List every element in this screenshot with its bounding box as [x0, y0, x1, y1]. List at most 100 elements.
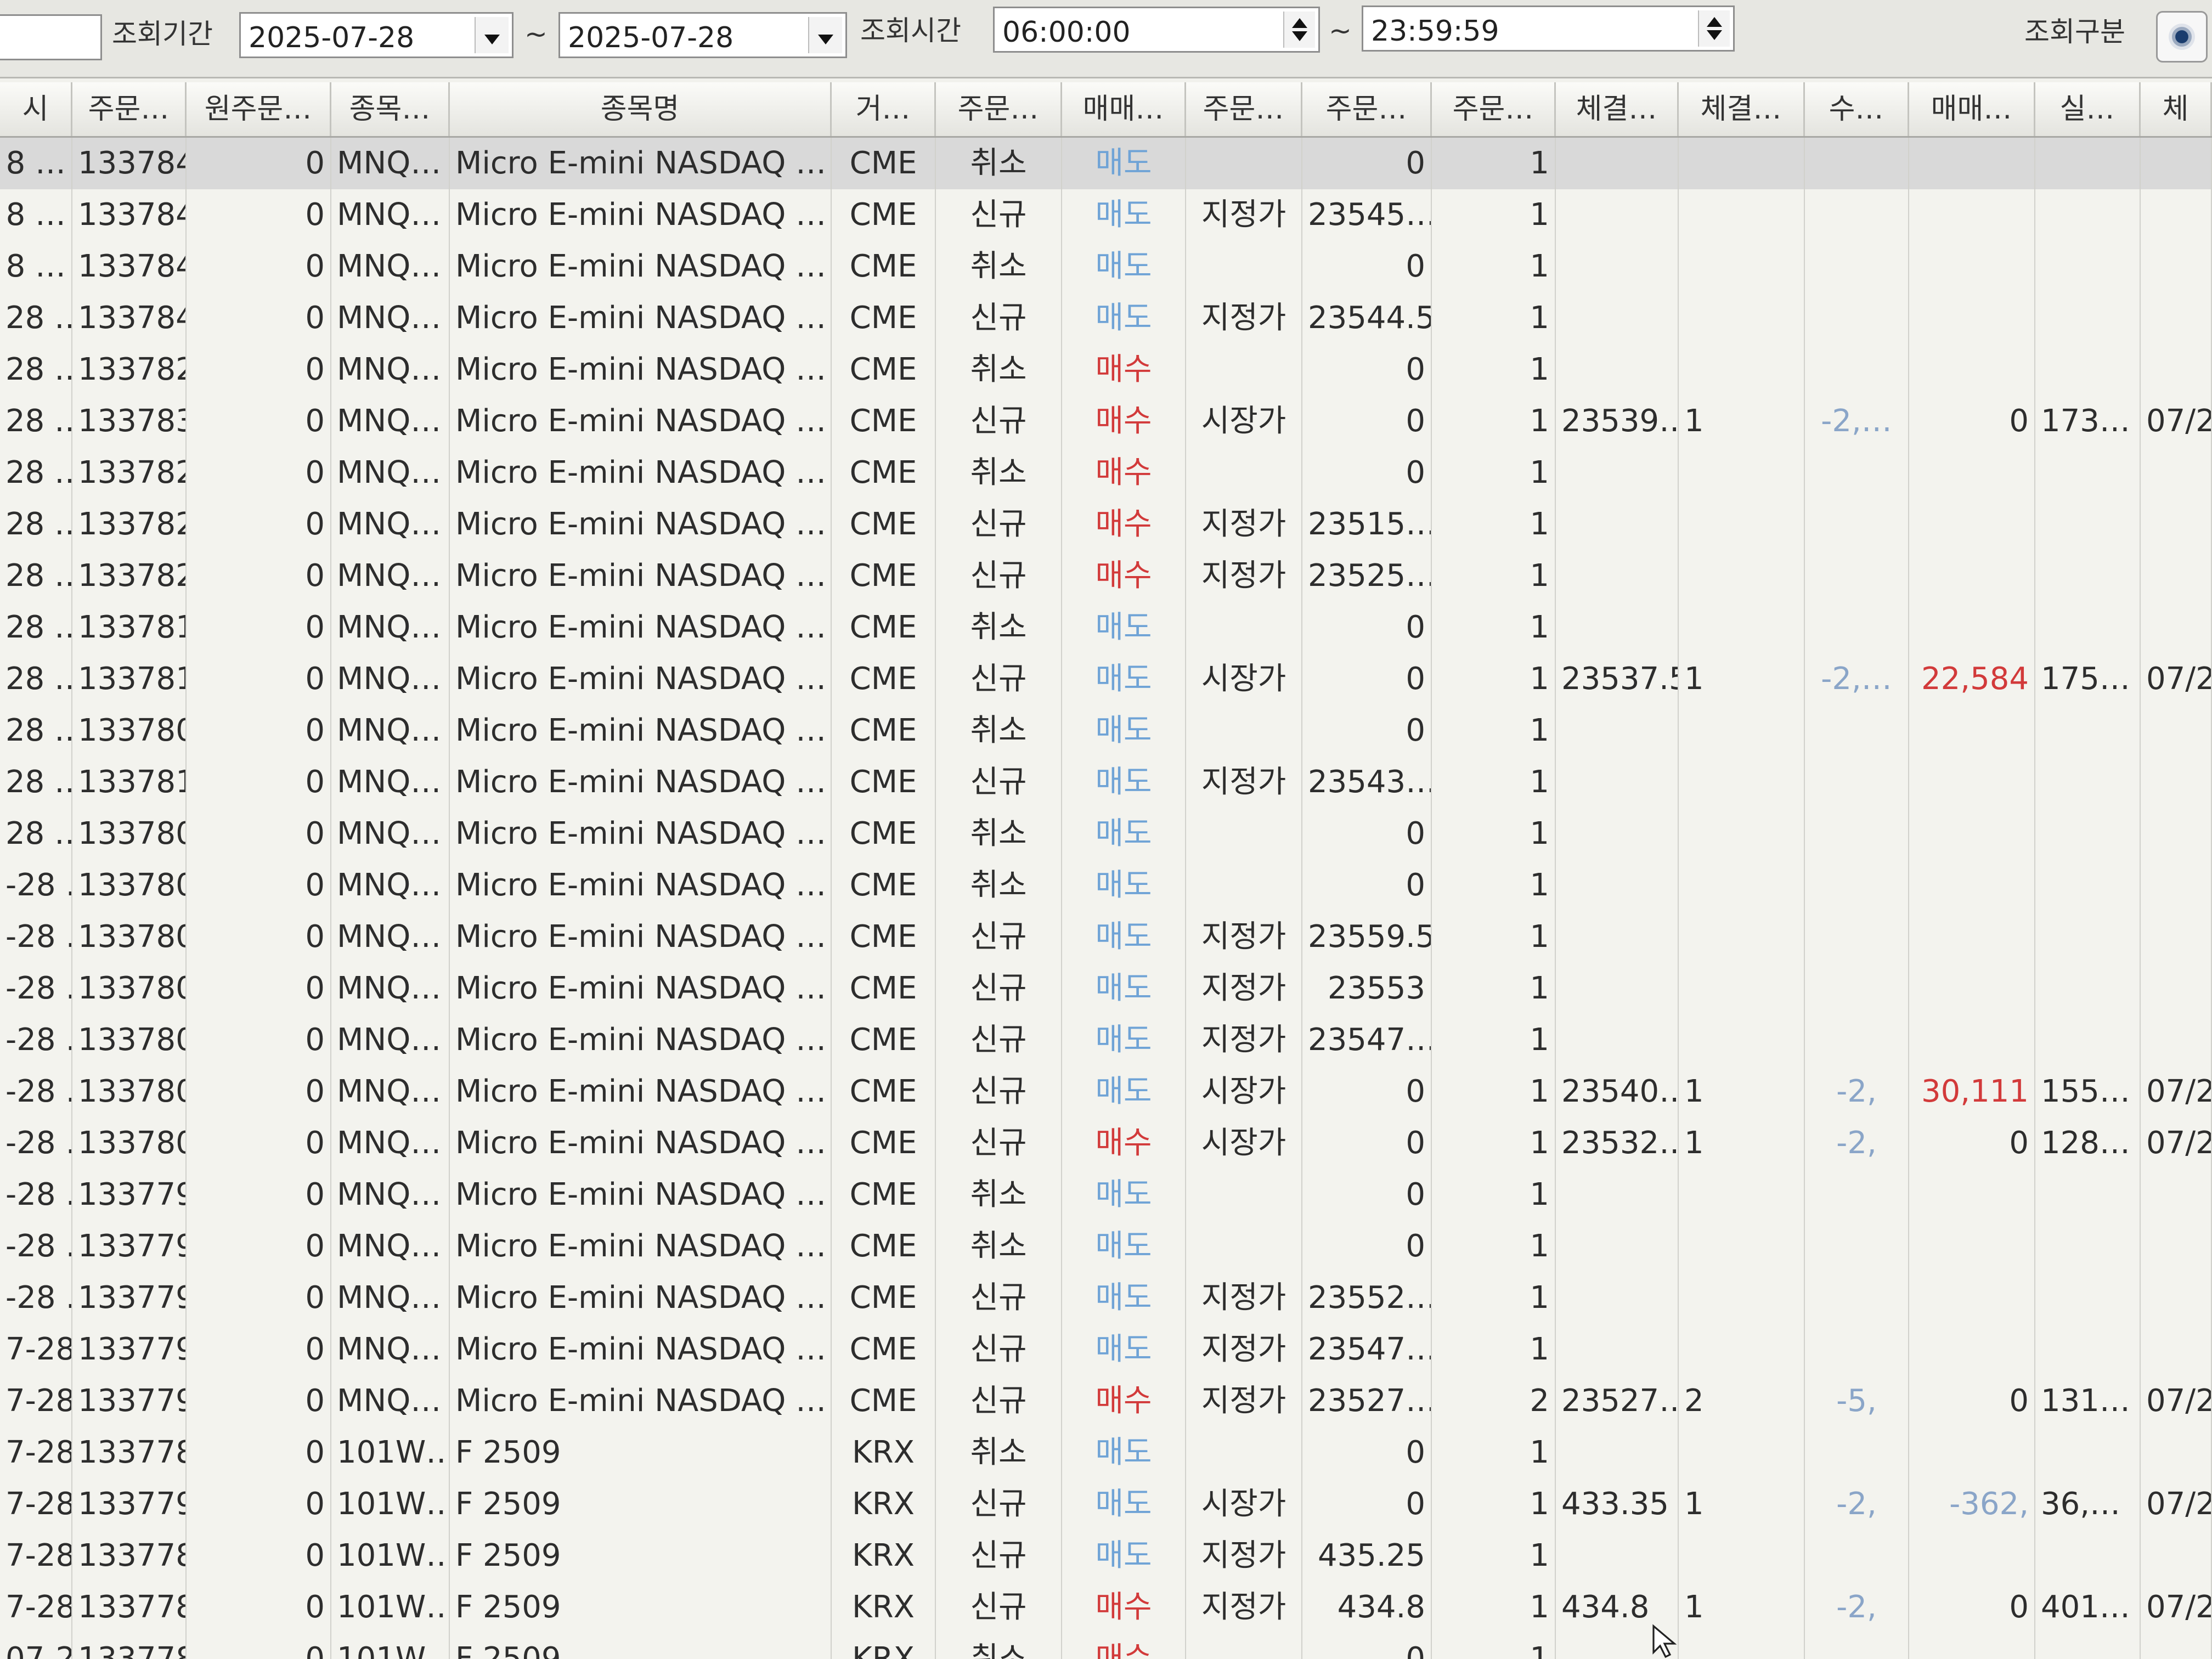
time-to-spinner[interactable]: 23:59:59 — [1362, 5, 1735, 52]
exchange-cell: CME — [832, 1221, 936, 1272]
table-row[interactable]: 28 …13378180MNQ…Micro E-mini NASDAQ …CME… — [0, 653, 2212, 706]
order-type-cell: 취소 — [936, 241, 1062, 292]
symbol-code-cell: MNQ… — [331, 396, 450, 447]
order-price-cell: 23547… — [1302, 1014, 1432, 1066]
table-row[interactable]: 28 …13378250MNQ…Micro E-mini NASDAQ …CME… — [0, 344, 2212, 397]
table-row[interactable]: -28 …13377960MNQ…Micro E-mini NASDAQ …CM… — [0, 1169, 2212, 1222]
order-type-cell: 취소 — [936, 705, 1062, 757]
pnl-cell — [1909, 1272, 2035, 1324]
order-type-cell: 취소 — [936, 344, 1062, 396]
order-type-cell: 취소 — [936, 1221, 1062, 1272]
time-cell: -28 … — [0, 911, 72, 963]
spinner-arrows-icon[interactable] — [1283, 12, 1315, 48]
table-row[interactable]: 28 …13378380MNQ…Micro E-mini NASDAQ …CME… — [0, 396, 2212, 448]
table-row[interactable]: 28 …13378250MNQ…Micro E-mini NASDAQ …CME… — [0, 550, 2212, 603]
fill-qty-cell — [1679, 292, 1805, 344]
order-qty-cell: 1 — [1432, 1427, 1556, 1479]
side-cell: 매도 — [1062, 808, 1186, 860]
fill-qty-cell — [1679, 138, 1805, 189]
column-header-order-type[interactable]: 주문… — [936, 82, 1062, 136]
table-row[interactable]: 8 …13378430MNQ…Micro E-mini NASDAQ …CME취… — [0, 241, 2212, 294]
column-header-exchange[interactable]: 거… — [832, 82, 936, 136]
column-header-order-price[interactable]: 주문… — [1302, 82, 1432, 136]
table-row[interactable]: 7-28 …13377890101W…F 2509KRX신규매도지정가435.2… — [0, 1530, 2212, 1583]
time-from-spinner[interactable]: 06:00:00 — [993, 7, 1320, 53]
table-row[interactable]: 7-28 …13377960MNQ…Micro E-mini NASDAQ …C… — [0, 1324, 2212, 1376]
symbol-code-cell: MNQ… — [331, 860, 450, 911]
table-row[interactable]: 7-28 …13377890101W…F 2509KRX취소매도01 — [0, 1427, 2212, 1480]
table-row[interactable]: 8 …13378460MNQ…Micro E-mini NASDAQ …CME취… — [0, 138, 2212, 190]
order-no-cell: 1337846 — [72, 189, 187, 241]
table-row[interactable]: 28 …13378050MNQ…Micro E-mini NASDAQ …CME… — [0, 808, 2212, 861]
account-field[interactable] — [0, 14, 102, 60]
order-no-cell: 1337807 — [72, 911, 187, 963]
column-header-fill-price[interactable]: 체결… — [1556, 82, 1679, 136]
table-row[interactable]: 28 …13378260MNQ…Micro E-mini NASDAQ …CME… — [0, 499, 2212, 551]
column-header-fill-qty[interactable]: 체결… — [1679, 82, 1805, 136]
exchange-cell: KRX — [832, 1530, 936, 1582]
fill-price-cell — [1556, 1427, 1679, 1479]
table-row[interactable]: 07-28 …13377850101W…F 2509KRX취소매수01 — [0, 1633, 2212, 1659]
price-type-cell: 지정가 — [1186, 911, 1302, 963]
table-row[interactable]: 7-28 …13377880101W…F 2509KRX신규매수지정가434.8… — [0, 1582, 2212, 1634]
column-header-order-no[interactable]: 주문… — [72, 82, 187, 136]
order-price-cell: 434.8 — [1302, 1582, 1432, 1633]
column-header-fill-time[interactable]: 체 — [2141, 82, 2212, 136]
column-header-pnl[interactable]: 매매… — [1909, 82, 2035, 136]
chevron-down-icon[interactable] — [475, 17, 509, 53]
spinner-arrows-icon[interactable] — [1698, 10, 1730, 47]
chevron-down-icon[interactable] — [808, 17, 842, 53]
column-header-fee[interactable]: 수… — [1805, 82, 1909, 136]
radio-button-icon[interactable] — [2156, 11, 2208, 63]
table-row[interactable]: -28 …13378050MNQ…Micro E-mini NASDAQ …CM… — [0, 1014, 2212, 1067]
table-row[interactable]: 7-28 …13377940MNQ…Micro E-mini NASDAQ …C… — [0, 1375, 2212, 1428]
table-row[interactable]: 7-28 …13377900101W…F 2509KRX신규매도시장가01433… — [0, 1479, 2212, 1531]
table-row[interactable]: 28 …13378260MNQ…Micro E-mini NASDAQ …CME… — [0, 447, 2212, 500]
side-cell: 매도 — [1062, 757, 1186, 808]
table-row[interactable]: 28 …13378430MNQ…Micro E-mini NASDAQ …CME… — [0, 292, 2212, 345]
price-type-cell: 시장가 — [1186, 1118, 1302, 1169]
table-row[interactable]: -28 …13377970MNQ…Micro E-mini NASDAQ …CM… — [0, 1221, 2212, 1273]
fill-price-cell — [1556, 189, 1679, 241]
pnl-cell — [1909, 963, 2035, 1014]
table-row[interactable]: 28 …13378070MNQ…Micro E-mini NASDAQ …CME… — [0, 705, 2212, 758]
order-price-cell: 0 — [1302, 808, 1432, 860]
price-type-cell — [1186, 1427, 1302, 1479]
column-header-symbol-code[interactable]: 종목… — [331, 82, 450, 136]
table-row[interactable]: 28 …13378140MNQ…Micro E-mini NASDAQ …CME… — [0, 757, 2212, 809]
time-cell: 7-28 … — [0, 1324, 72, 1375]
order-qty-cell: 1 — [1432, 1221, 1556, 1272]
column-header-price-type[interactable]: 주문… — [1186, 82, 1302, 136]
column-header-orig-order[interactable]: 원주문… — [187, 82, 331, 136]
table-row[interactable]: 28 …13378140MNQ…Micro E-mini NASDAQ …CME… — [0, 602, 2212, 654]
orig-order-cell: 0 — [187, 653, 331, 705]
table-row[interactable]: -28 …13378040MNQ…Micro E-mini NASDAQ …CM… — [0, 1066, 2212, 1119]
column-header-side[interactable]: 매매… — [1062, 82, 1186, 136]
time-cell: -28 … — [0, 1066, 72, 1118]
order-price-cell: 23544.5 — [1302, 292, 1432, 344]
order-qty-cell: 1 — [1432, 602, 1556, 653]
symbol-code-cell: MNQ… — [331, 1272, 450, 1324]
column-header-symbol-name[interactable]: 종목명 — [450, 82, 832, 136]
table-row[interactable]: 8 …13378460MNQ…Micro E-mini NASDAQ …CME신… — [0, 189, 2212, 242]
order-price-cell: 0 — [1302, 1633, 1432, 1659]
fill-time-cell — [2141, 1169, 2212, 1221]
table-row[interactable]: -28 …13377970MNQ…Micro E-mini NASDAQ …CM… — [0, 1272, 2212, 1325]
date-from-picker[interactable]: 2025-07-28 — [239, 12, 514, 58]
order-no-cell: 1337806 — [72, 860, 187, 911]
column-header-realized[interactable]: 실… — [2035, 82, 2141, 136]
date-to-picker[interactable]: 2025-07-28 — [558, 12, 847, 58]
table-row[interactable]: -28 …13378030MNQ…Micro E-mini NASDAQ …CM… — [0, 1118, 2212, 1170]
fee-cell — [1805, 1427, 1909, 1479]
table-row[interactable]: -28 …13378060MNQ…Micro E-mini NASDAQ …CM… — [0, 963, 2212, 1015]
column-header-time[interactable]: 시 — [0, 82, 72, 136]
exchange-cell: CME — [832, 653, 936, 705]
symbol-name-cell: Micro E-mini NASDAQ … — [450, 447, 832, 499]
order-no-cell: 1337826 — [72, 447, 187, 499]
table-row[interactable]: -28 …13378060MNQ…Micro E-mini NASDAQ …CM… — [0, 860, 2212, 912]
symbol-name-cell: Micro E-mini NASDAQ … — [450, 860, 832, 911]
side-cell: 매도 — [1062, 1014, 1186, 1066]
column-header-order-qty[interactable]: 주문… — [1432, 82, 1556, 136]
fill-price-cell — [1556, 705, 1679, 757]
table-row[interactable]: -28 …13378070MNQ…Micro E-mini NASDAQ …CM… — [0, 911, 2212, 964]
